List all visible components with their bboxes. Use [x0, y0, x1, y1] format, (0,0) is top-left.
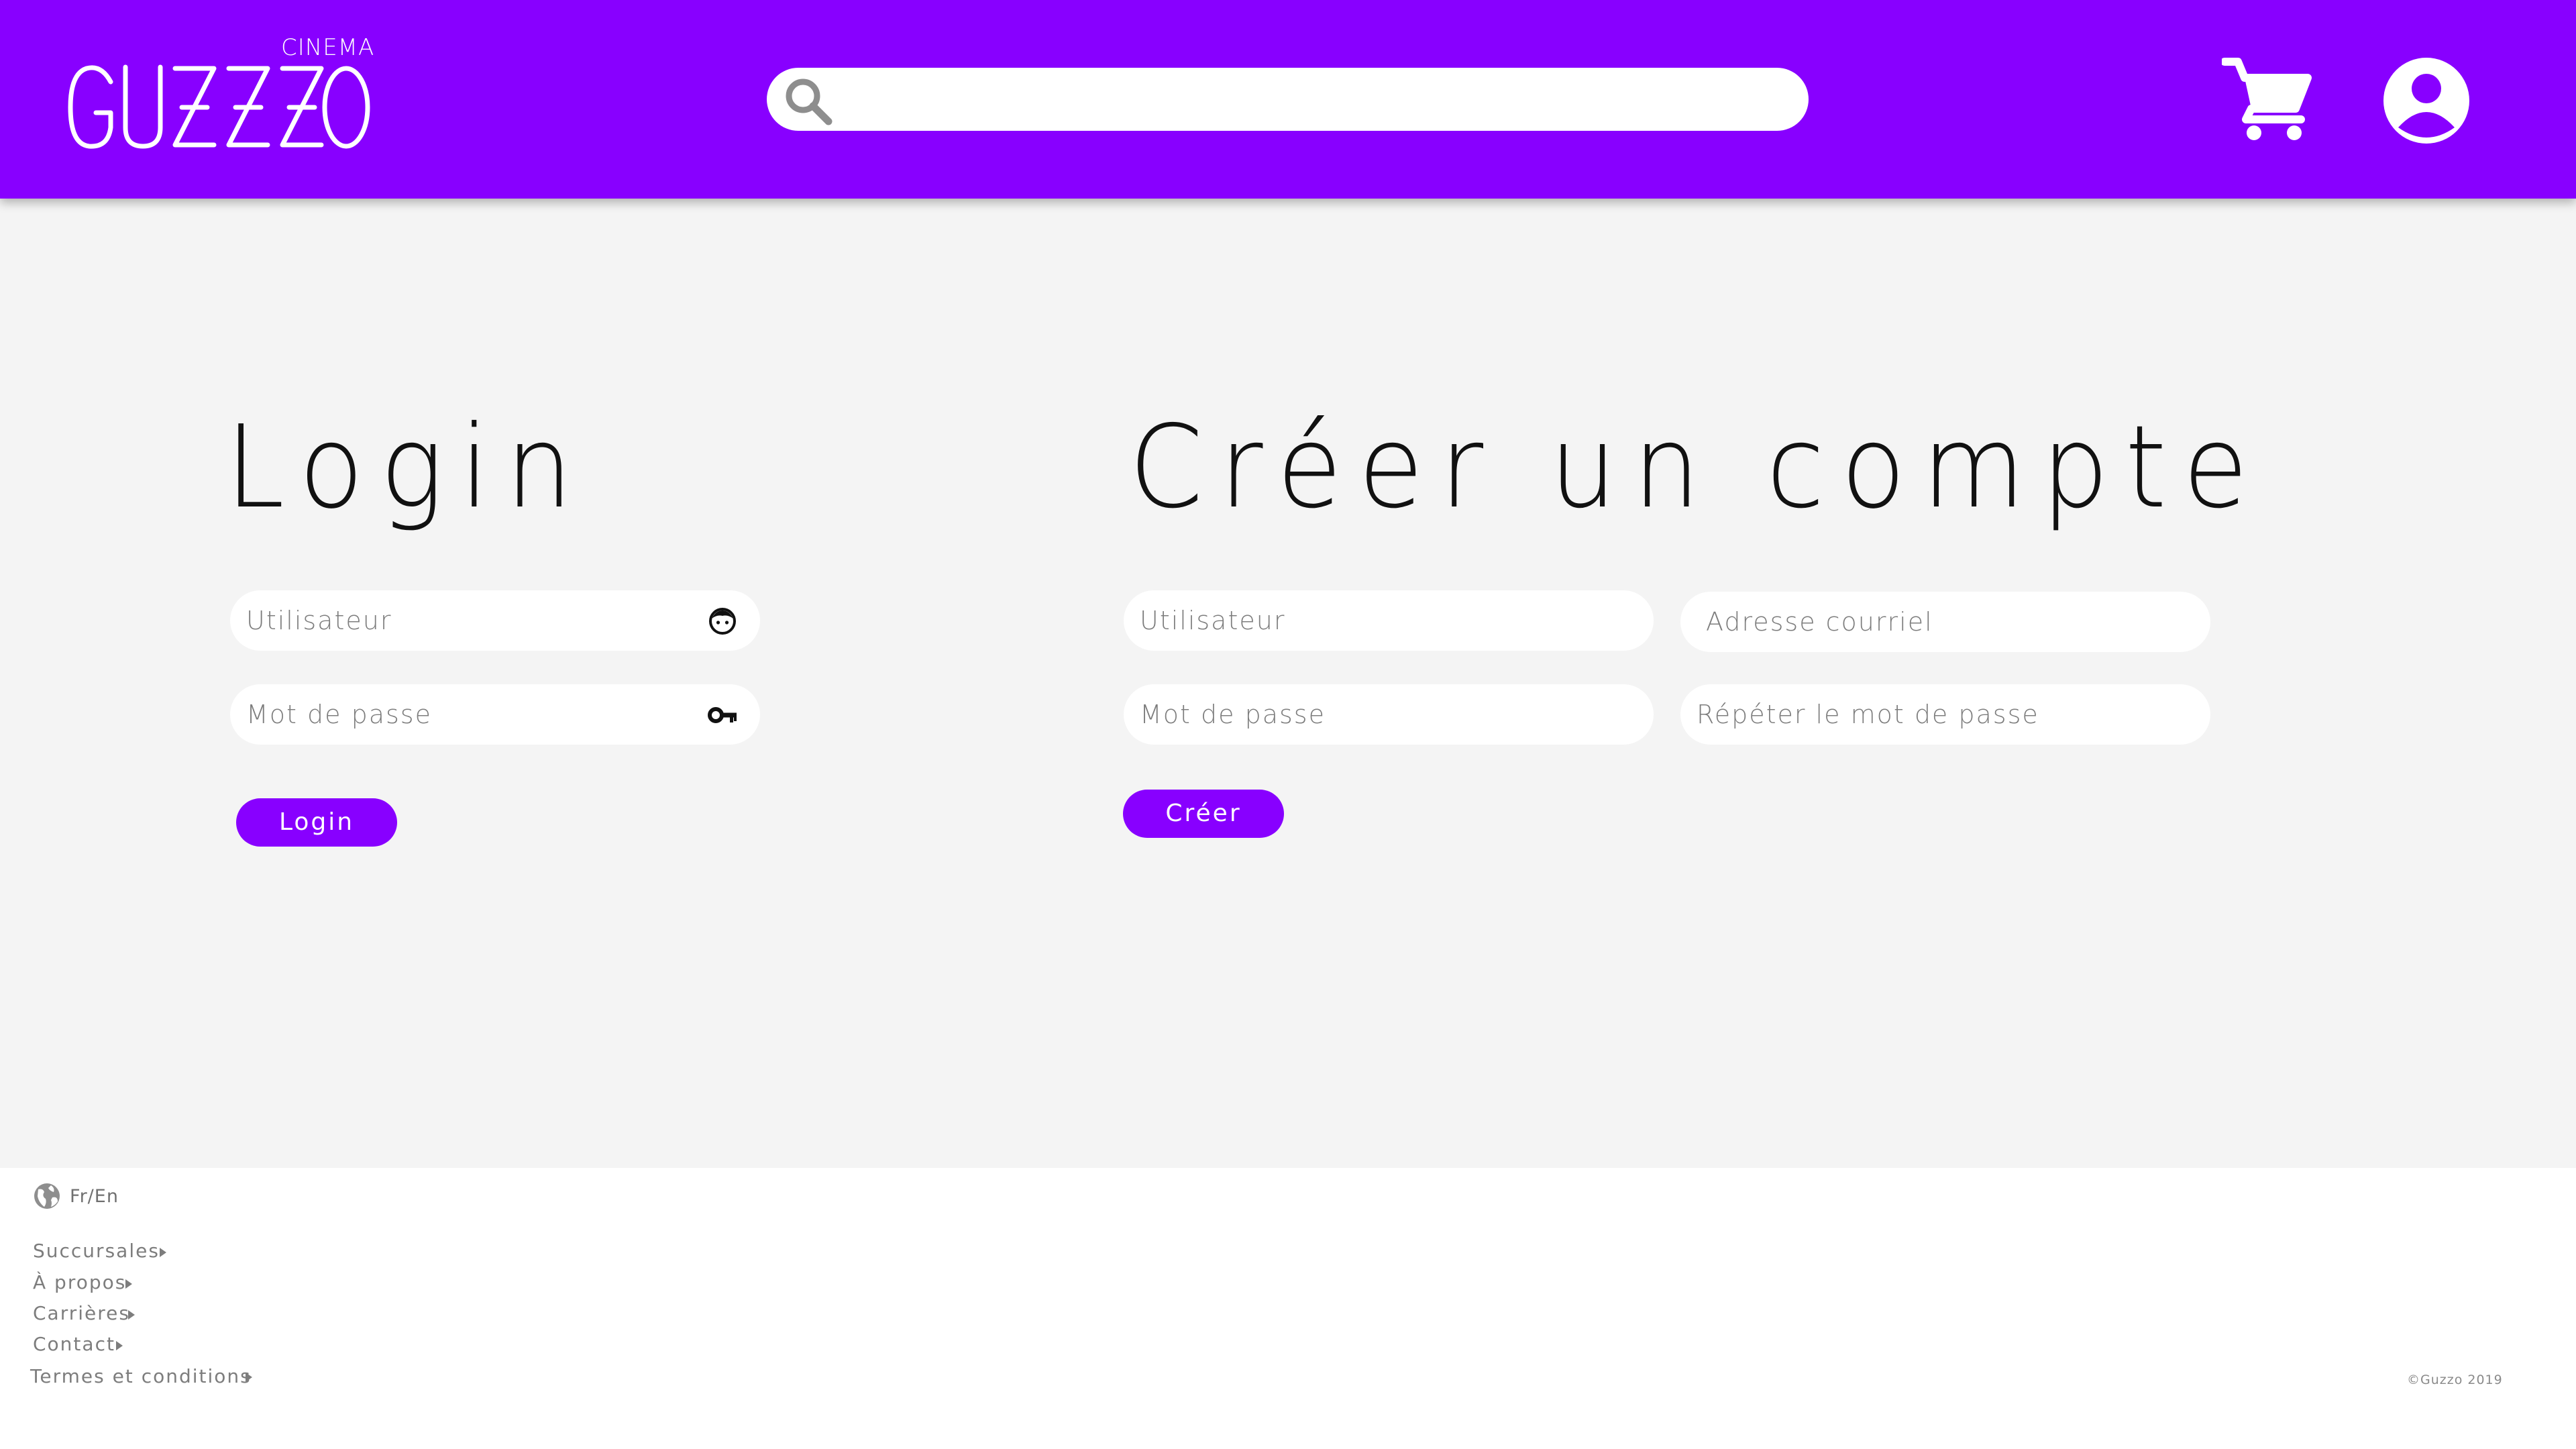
arrow-right-icon — [160, 1248, 166, 1257]
header-bar: CINEMA — [0, 0, 2576, 199]
create-account-title: Créer un compte — [1129, 401, 2265, 534]
logo-graphic: CINEMA — [68, 34, 374, 149]
register-username-input[interactable] — [1140, 590, 1609, 651]
login-password-field[interactable] — [230, 684, 760, 745]
login-password-input[interactable] — [246, 684, 716, 745]
copyright-text: ©Guzzo 2019 — [2407, 1373, 2503, 1387]
register-repeat-password-field[interactable] — [1680, 684, 2210, 745]
arrow-right-icon — [125, 1279, 132, 1289]
cart-icon[interactable] — [2222, 58, 2313, 141]
footer-link-succursales[interactable]: Succursales — [33, 1240, 160, 1262]
register-repeat-password-input[interactable] — [1697, 684, 2166, 745]
login-username-field[interactable] — [230, 590, 760, 651]
create-account-button[interactable]: Créer — [1123, 790, 1284, 838]
footer: Fr/En — [0, 1168, 2576, 1449]
footer-link-termes-conditions[interactable]: Termes et conditions — [30, 1365, 252, 1387]
register-email-field[interactable] — [1680, 592, 2210, 652]
search-bar[interactable] — [767, 68, 1809, 131]
globe-icon — [34, 1183, 60, 1209]
face-icon — [709, 608, 736, 635]
login-button[interactable]: Login — [236, 798, 397, 847]
arrow-right-icon — [116, 1341, 123, 1350]
footer-link-carrieres[interactable]: Carrières — [33, 1302, 130, 1324]
register-username-field[interactable] — [1124, 590, 1654, 651]
footer-link-a-propos[interactable]: À propos — [33, 1271, 126, 1293]
footer-link-contact[interactable]: Contact — [33, 1333, 115, 1355]
login-title: Login — [225, 401, 589, 534]
register-email-input[interactable] — [1706, 592, 2176, 652]
logo-subtitle: CINEMA — [281, 34, 374, 61]
search-input[interactable] — [841, 68, 1793, 131]
guzzo-cinema-logo[interactable]: CINEMA — [64, 34, 374, 168]
language-label: Fr/En — [70, 1185, 119, 1207]
login-username-input[interactable] — [246, 590, 716, 651]
arrow-right-icon — [246, 1373, 252, 1382]
register-password-field[interactable] — [1124, 684, 1654, 745]
register-password-input[interactable] — [1140, 684, 1609, 745]
account-icon[interactable] — [2383, 58, 2469, 144]
arrow-right-icon — [128, 1310, 135, 1320]
search-icon[interactable] — [782, 74, 835, 128]
language-switcher[interactable]: Fr/En — [32, 1181, 119, 1211]
key-icon — [708, 707, 737, 723]
